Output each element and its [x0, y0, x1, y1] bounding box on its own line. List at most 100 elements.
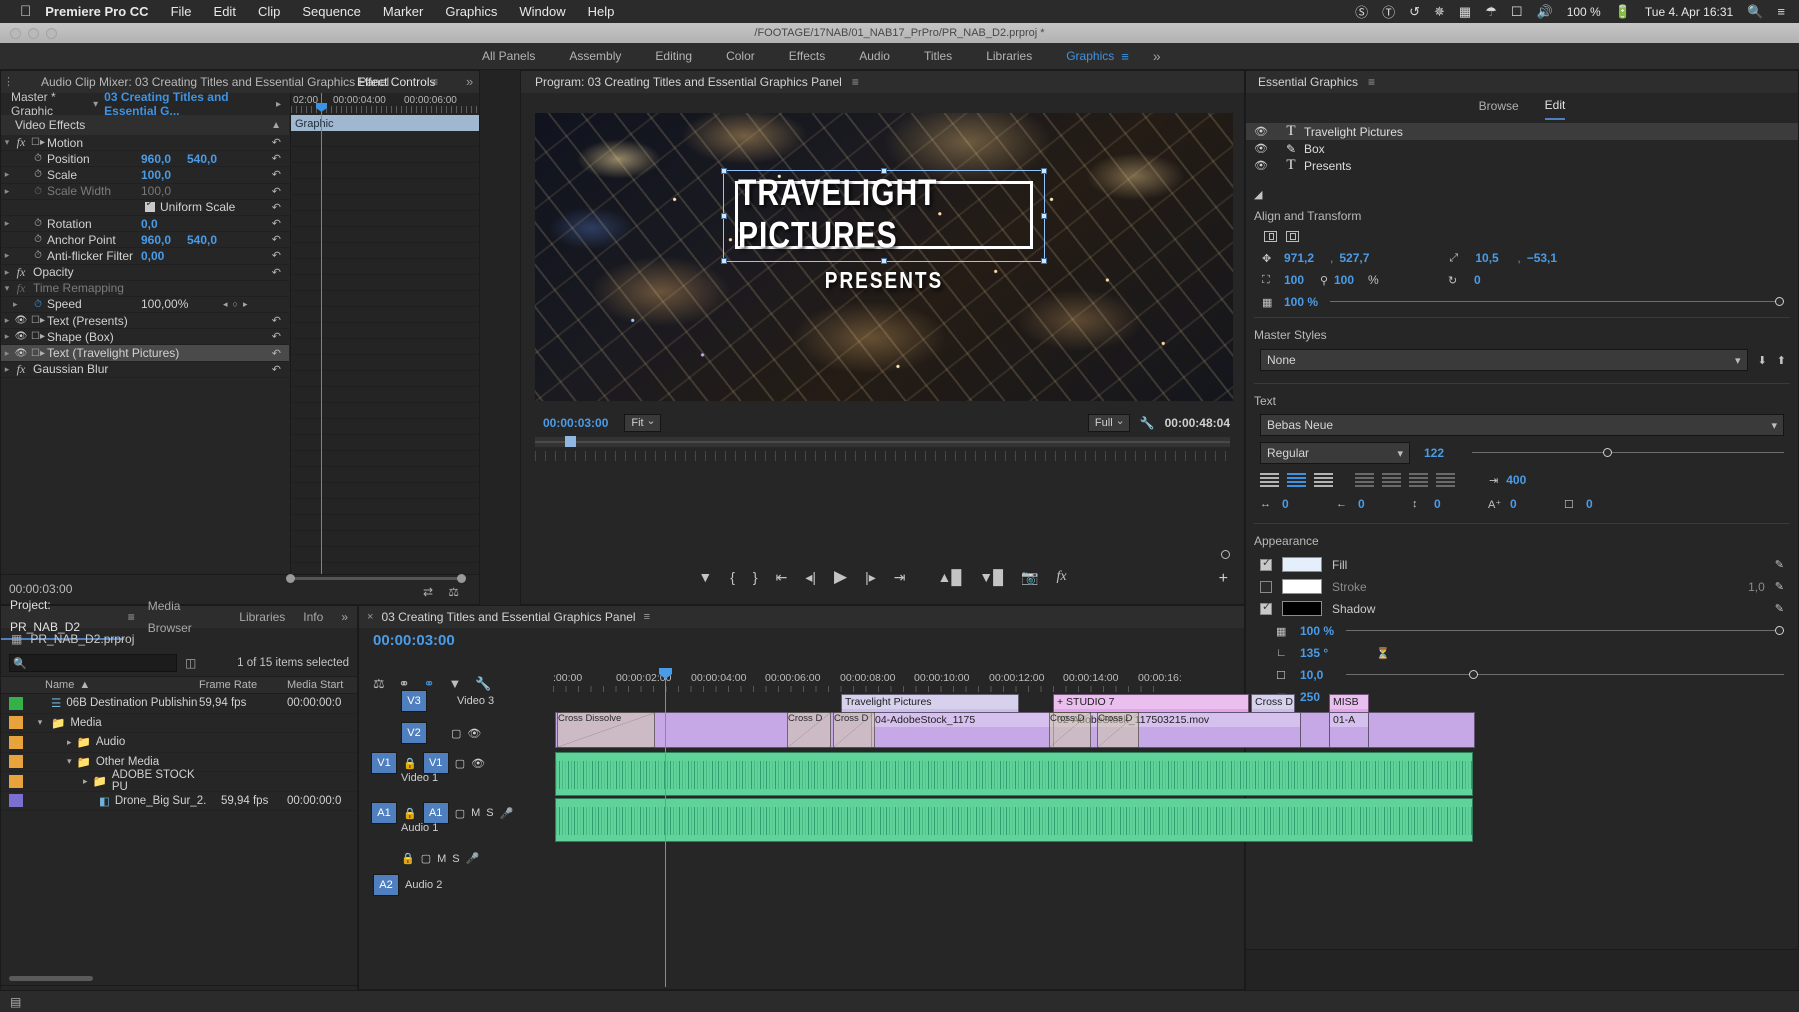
essential-graphics-tabs[interactable]: Browse Edit: [1246, 93, 1798, 119]
project-horizontal-scrollbar[interactable]: [9, 976, 93, 981]
more-tabs-icon[interactable]: »: [332, 606, 357, 628]
timeline-transition[interactable]: Cross D: [1097, 712, 1139, 748]
program-current-timecode[interactable]: 00:00:03:00: [521, 416, 608, 430]
font-style-dropdown[interactable]: Regular ▾: [1260, 442, 1410, 464]
shadow-checkbox[interactable]: [1260, 603, 1272, 615]
snap-icon[interactable]: ⚖: [448, 585, 459, 599]
step-back-icon[interactable]: ◂|: [805, 569, 816, 586]
effect-row-anchor-point[interactable]: ⏱ Anchor Point 960,0 540,0 ↶: [1, 232, 289, 248]
panel-menu-icon[interactable]: ≡: [431, 71, 438, 93]
item-name-cell[interactable]: ▸ 📁 Audio: [51, 735, 199, 749]
twirl-icon[interactable]: ▸: [67, 737, 72, 748]
twirl-icon[interactable]: ▸: [1, 169, 13, 180]
stroke-width-value[interactable]: 1,0: [1748, 580, 1765, 594]
reset-icon[interactable]: ↶: [272, 185, 281, 198]
font-size-slider[interactable]: [1472, 447, 1784, 459]
keyframe-nav[interactable]: ◂○▸: [223, 299, 252, 310]
chevron-down-icon[interactable]: ▾: [1771, 419, 1777, 432]
effect-row-motion[interactable]: ▾ fx ☐▸ Motion ↶: [1, 135, 289, 151]
tsume-value[interactable]: 0: [1586, 497, 1593, 511]
fill-color-swatch[interactable]: [1282, 557, 1322, 572]
timeline-title[interactable]: 03 Creating Titles and Essential Graphic…: [381, 610, 635, 624]
chevron-down-icon[interactable]: ▾: [1397, 447, 1403, 460]
mark-out-icon[interactable]: }: [753, 569, 758, 585]
shadow-opacity-value[interactable]: 100 %: [1300, 624, 1346, 638]
font-style-row[interactable]: Regular ▾ 122: [1246, 436, 1798, 464]
project-column-headers[interactable]: Name ▲ Frame Rate Media Start: [1, 676, 357, 694]
tracking-value[interactable]: 0: [1282, 497, 1336, 511]
align-center-icon[interactable]: [1287, 473, 1306, 487]
menu-edit[interactable]: Edit: [214, 4, 236, 19]
effect-controls-timeline[interactable]: 02:00 00:00:04:00 00:00:06:00 Graphic: [290, 93, 479, 574]
menu-graphics[interactable]: Graphics: [445, 4, 497, 19]
stroke-color-swatch[interactable]: [1282, 579, 1322, 594]
app-name-label[interactable]: Premiere Pro CC: [45, 4, 148, 19]
effect-controls-zoom-scrollbar[interactable]: [286, 575, 466, 582]
master-styles-dropdown[interactable]: None ▾: [1260, 349, 1748, 371]
position-anchor-row[interactable]: ✥ 971,2 , 527,7 ⤢ 10,5 , −53,1: [1246, 248, 1798, 265]
shadow-distance-value[interactable]: 10,0: [1300, 668, 1346, 682]
reset-icon[interactable]: ↶: [272, 347, 281, 360]
new-layer-icon[interactable]: ◢: [1254, 189, 1262, 201]
extract-icon[interactable]: ▼█: [979, 569, 1003, 585]
transform-icon[interactable]: ☐▸: [29, 348, 47, 359]
reset-icon[interactable]: ↶: [272, 314, 281, 327]
timeline-transition[interactable]: Cross Dissolve: [557, 712, 655, 748]
twirl-icon[interactable]: ▸: [83, 776, 88, 787]
add-marker-icon[interactable]: ▼: [698, 569, 712, 585]
stopwatch-icon[interactable]: ⏱: [29, 299, 47, 310]
status-info-icon[interactable]: ▤: [10, 995, 21, 1009]
menu-window[interactable]: Window: [519, 4, 565, 19]
stopwatch-icon[interactable]: ⏱: [29, 250, 47, 261]
workspace-audio[interactable]: Audio: [842, 43, 907, 70]
shadow-opacity-slider[interactable]: [1346, 625, 1784, 637]
pull-up-icon[interactable]: ⬆: [1777, 354, 1786, 367]
effect-controls-clip-bar[interactable]: Graphic: [291, 115, 479, 131]
twirl-icon[interactable]: ▾: [29, 717, 51, 728]
scale-x-value[interactable]: 100: [1284, 273, 1320, 287]
program-zoom-row[interactable]: [535, 552, 1230, 560]
bluetooth-icon[interactable]: ✵: [1434, 4, 1445, 20]
export-frame-icon[interactable]: 📷: [1021, 569, 1038, 586]
go-to-in-icon[interactable]: ⇤: [776, 569, 788, 586]
timeline-clip[interactable]: 01-A: [1329, 712, 1369, 748]
eye-icon[interactable]: 👁: [13, 315, 29, 326]
push-down-icon[interactable]: ⬇: [1758, 354, 1767, 367]
column-media-start[interactable]: Media Start: [287, 679, 357, 691]
effect-row-anti-flicker[interactable]: ▸ ⏱ Anti-flicker Filter 0,00 ↶: [1, 248, 289, 264]
sequence-label[interactable]: 03 Creating Titles and Essential G...: [104, 90, 276, 118]
reset-icon[interactable]: ↶: [272, 330, 281, 343]
lift-icon[interactable]: ▲█: [938, 569, 962, 585]
workspace-editing[interactable]: Editing: [638, 43, 709, 70]
scale-rotation-row[interactable]: ⛶ 100 ⚲ 100 % ↻ 0: [1246, 265, 1798, 287]
volume-icon[interactable]: 🔊: [1537, 4, 1553, 20]
close-tab-icon[interactable]: ×: [367, 611, 373, 623]
layer-presents[interactable]: 👁 T Presents: [1246, 157, 1798, 174]
effect-row-text-presents[interactable]: ▸ 👁 ☐▸ Text (Presents) ↶ ●◂: [1, 313, 289, 329]
shadow-angle-value[interactable]: 135 °: [1300, 646, 1376, 660]
project-row-media[interactable]: ▾ 📁 Media: [1, 714, 357, 734]
chevron-right-icon[interactable]: ▸: [276, 99, 289, 110]
chevron-down-icon[interactable]: ▾: [87, 99, 104, 110]
small-caps-value[interactable]: 0: [1510, 497, 1564, 511]
shadow-distance-row[interactable]: ☐ 10,0: [1246, 660, 1798, 682]
uniform-scale-checkbox[interactable]: Uniform Scale: [145, 200, 235, 214]
eye-icon[interactable]: 👁: [1254, 142, 1278, 155]
program-monitor-video[interactable]: TRAVELIGHT PICTURES PRESENTS: [535, 113, 1233, 401]
zoom-level-dropdown[interactable]: Fit: [624, 414, 660, 432]
battery-widget-icon[interactable]: ▦: [1459, 4, 1471, 20]
rotation-value[interactable]: 0: [1474, 273, 1481, 287]
scale-width-value[interactable]: 100,0: [141, 184, 171, 198]
speed-value[interactable]: 100,00%: [141, 297, 188, 311]
menu-sequence[interactable]: Sequence: [302, 4, 361, 19]
baseline-value[interactable]: 0: [1434, 497, 1488, 511]
panel-menu-icon[interactable]: ≡: [124, 606, 139, 628]
project-search-row[interactable]: 🔍 ◫ 1 of 15 items selected: [1, 650, 357, 676]
reset-icon[interactable]: ↶: [272, 266, 281, 279]
settings-wrench-icon[interactable]: 🔧: [1140, 416, 1155, 430]
position-x-value[interactable]: 960,0: [141, 152, 171, 166]
layer-box[interactable]: 👁 ✎ Box: [1246, 140, 1798, 157]
scale-y-value[interactable]: 100: [1334, 273, 1368, 287]
item-name-cell[interactable]: 📁 Media: [51, 716, 199, 730]
workspace-assembly[interactable]: Assembly: [552, 43, 638, 70]
